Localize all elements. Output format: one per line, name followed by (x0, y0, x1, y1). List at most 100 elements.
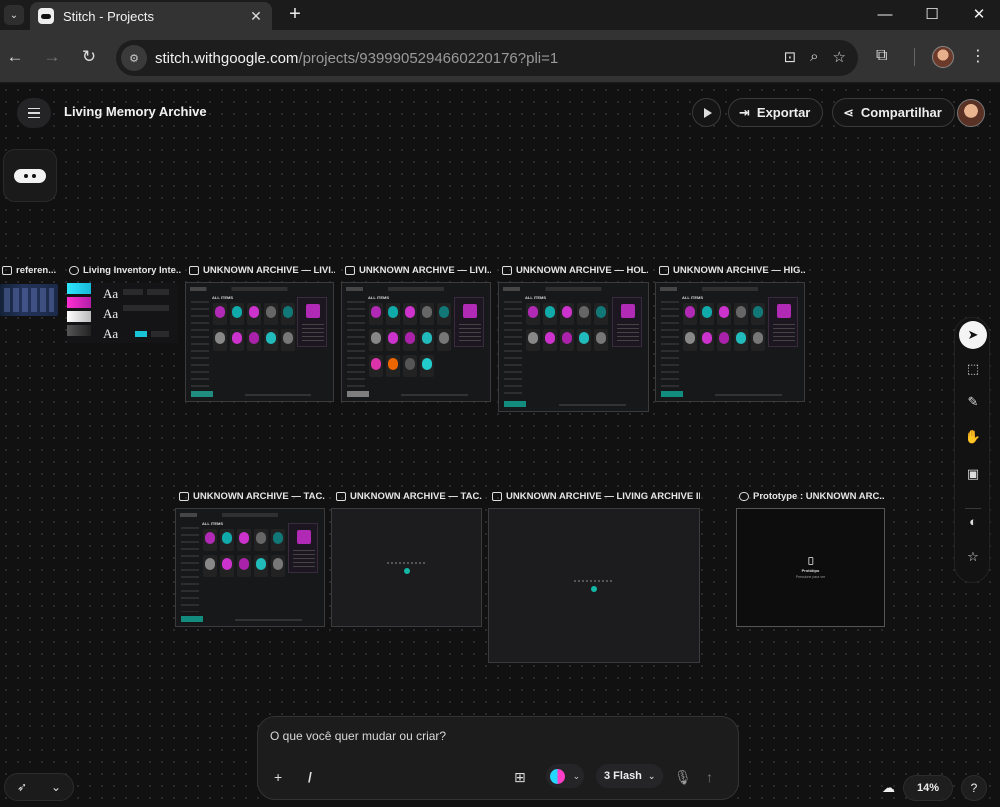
frame-label-prototype[interactable]: Prototype : UNKNOWN ARC... (739, 491, 885, 502)
tab-title: Stitch - Projects (63, 8, 155, 24)
toolbar-divider (914, 48, 915, 66)
pencil-icon[interactable]: ✎ (959, 388, 987, 416)
install-app-icon[interactable]: ⊡ (784, 48, 797, 66)
chevron-down-icon: ⌄ (647, 770, 656, 781)
prompt-input[interactable]: O que você quer mudar ou criar? (270, 729, 446, 743)
screen-frame-r1-2[interactable]: ALL ITEMS (341, 282, 491, 402)
hand-pan-icon[interactable]: ✋ (959, 423, 987, 451)
gemini-mode-icon (549, 768, 565, 784)
frame-label-r1-2[interactable]: UNKNOWN ARCHIVE — LIVI... (345, 265, 491, 276)
mode-switcher[interactable]: ➶ ⌄ (4, 773, 74, 801)
frame-label-r1-3[interactable]: UNKNOWN ARCHIVE — HOL... (502, 265, 648, 276)
phone-icon (807, 556, 813, 565)
prototype-subtitle: Pressione para ver (795, 574, 826, 579)
new-tab-plus-icon[interactable]: + (284, 3, 306, 25)
browser-tab[interactable]: Stitch - Projects ✕ (30, 2, 272, 30)
reference-image-thumbnail[interactable] (0, 284, 58, 316)
url-text: stitch.withgoogle.com/projects/939990529… (155, 49, 559, 67)
screen-frame-r2-2[interactable] (331, 508, 482, 627)
chevron-down-icon: ⌄ (50, 780, 62, 794)
chevron-down-icon: ⌄ (572, 770, 581, 781)
image-icon (2, 266, 12, 275)
screen-frame-r2-1[interactable]: ALL ITEMS (175, 508, 325, 627)
screen-frame-r2-3[interactable] (488, 508, 700, 663)
export-icon: ⇥ (739, 104, 750, 120)
select-cursor-icon[interactable]: ➤ (959, 321, 987, 349)
tab-list-chevron-icon[interactable]: ⌄ (4, 5, 24, 25)
model-selector[interactable]: 3 Flash ⌄ (596, 764, 664, 788)
help-button[interactable]: ? (961, 775, 987, 801)
window-close-icon[interactable]: ✕ (968, 4, 990, 26)
sparkle-star-icon[interactable]: ☆ (959, 543, 987, 571)
cloud-saved-icon: ☁ (882, 780, 895, 795)
share-label: Compartilhar (860, 105, 942, 120)
bookmark-star-icon[interactable]: ☆ (833, 48, 846, 66)
mini-screen-title: ALL ITEMS (682, 295, 704, 300)
mode-selector[interactable]: ⌄ (546, 764, 584, 788)
stitch-logo-icon[interactable] (3, 149, 57, 202)
tab-close-icon[interactable]: ✕ (248, 8, 264, 25)
screen-icon (189, 266, 199, 275)
frame-label-r2-1[interactable]: UNKNOWN ARCHIVE — TAC... (179, 491, 325, 502)
palette-icon[interactable]: ◐ (959, 507, 987, 535)
palette-icon (69, 266, 79, 275)
style-guide-thumbnail[interactable]: Aa Aa Aa (67, 283, 178, 343)
menu-hamburger-icon[interactable] (17, 98, 51, 128)
frame-label-r2-3[interactable]: UNKNOWN ARCHIVE — LIVING ARCHIVE IN... (492, 491, 700, 502)
model-label: 3 Flash (604, 770, 642, 782)
add-screen-icon[interactable]: ⊞ (514, 769, 526, 786)
rocket-icon: ➶ (16, 780, 28, 794)
minimize-icon[interactable]: — (874, 4, 896, 26)
export-button[interactable]: ⇥ Exportar (728, 98, 824, 127)
project-title: Living Memory Archive (64, 104, 207, 119)
send-arrow-icon[interactable]: ↑ (706, 769, 713, 785)
frame-label-r1-1[interactable]: UNKNOWN ARCHIVE — LIVI... (189, 265, 335, 276)
profile-avatar[interactable] (932, 46, 954, 68)
microphone-icon[interactable]: 🎙 (674, 769, 692, 786)
reload-icon[interactable]: ↻ (79, 47, 99, 67)
frame-label-r2-2[interactable]: UNKNOWN ARCHIVE — TAC... (336, 491, 482, 502)
marquee-select-icon[interactable]: ⬚ (959, 355, 987, 383)
prototype-title: Protótipo (801, 567, 820, 573)
screen-frame-r1-3[interactable]: ALL ITEMS (498, 282, 649, 412)
zoom-icon[interactable]: ⌕ (810, 48, 818, 66)
zoom-controls: ☁ 14% ? (882, 775, 987, 801)
site-info-icon[interactable]: ⚙ (121, 45, 147, 71)
prompt-composer[interactable]: O que você quer mudar ou criar? + / ⊞ ⌄ … (257, 716, 739, 800)
forward-arrow-icon[interactable]: → (42, 47, 62, 67)
user-avatar[interactable] (957, 99, 985, 127)
screen-icon (336, 492, 346, 501)
share-button[interactable]: ⋖ Compartilhar (832, 98, 955, 127)
share-icon: ⋖ (843, 104, 854, 120)
screen-icon (179, 492, 189, 501)
extensions-puzzle-icon[interactable]: ⧉ (876, 47, 887, 65)
frame-label-r1-4[interactable]: UNKNOWN ARCHIVE — HIG... (659, 265, 805, 276)
export-label: Exportar (756, 105, 811, 120)
prototype-frame[interactable]: Protótipo Pressione para ver (736, 508, 885, 627)
slash-command-button[interactable]: / (308, 769, 312, 785)
screen-frame-r1-1[interactable]: ALL ITEMS (185, 282, 334, 402)
image-add-icon[interactable]: ▣ (959, 460, 987, 488)
zoom-level[interactable]: 14% (903, 775, 953, 801)
screen-icon (345, 266, 355, 275)
screen-frame-r1-4[interactable]: ALL ITEMS (655, 282, 805, 402)
frame-label-reference[interactable]: referen... (2, 265, 60, 276)
play-circle-icon (739, 492, 749, 501)
frame-label-style[interactable]: Living Inventory Inte... (69, 265, 181, 276)
canvas-tool-rail: ➤ ⬚ ✎ ✋ ▣ ◐ ☆ (954, 317, 990, 583)
screen-icon (502, 266, 512, 275)
browser-menu-icon[interactable]: ⋮ (970, 46, 986, 66)
play-preview-icon[interactable] (692, 98, 721, 127)
maximize-icon[interactable]: ☐ (921, 4, 943, 26)
design-canvas[interactable]: Living Memory Archive ⇥ Exportar ⋖ Compa… (0, 84, 1000, 807)
loading-indicator (386, 561, 427, 574)
mini-screen-title: ALL ITEMS (368, 295, 390, 300)
browser-tab-bar: ⌄ Stitch - Projects ✕ + — ☐ ✕ (0, 0, 1000, 30)
screen-icon (659, 266, 669, 275)
back-arrow-icon[interactable]: ← (5, 47, 25, 67)
app-header: Living Memory Archive ⇥ Exportar ⋖ Compa… (0, 84, 1000, 140)
add-plus-icon[interactable]: + (274, 769, 282, 785)
browser-toolbar: ← → ↻ ⚙ stitch.withgoogle.com/projects/9… (0, 30, 1000, 83)
address-bar[interactable]: ⚙ stitch.withgoogle.com/projects/9399905… (116, 40, 858, 76)
stitch-favicon-icon (38, 8, 54, 24)
